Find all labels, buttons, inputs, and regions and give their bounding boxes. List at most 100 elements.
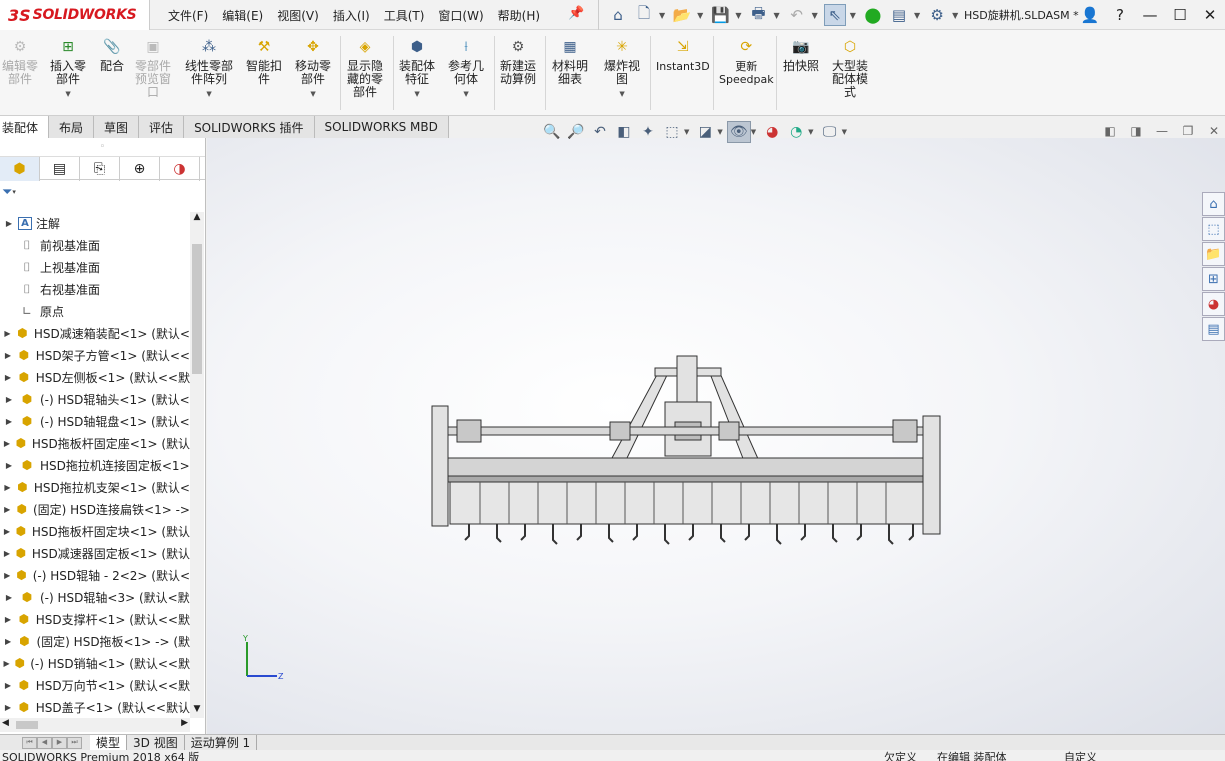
exploded-view-button[interactable]: ✳ 爆炸视 图 ▼: [604, 36, 640, 101]
show-hidden-components-button[interactable]: ◈ 显示隐 藏的零 部件: [347, 36, 383, 99]
prev-tab-icon[interactable]: ◀: [37, 736, 52, 749]
expand-icon[interactable]: ▶: [0, 703, 16, 712]
file-properties-icon[interactable]: ▤: [888, 4, 910, 26]
bill-of-materials-button[interactable]: ▦ 材料明 细表: [552, 36, 588, 86]
tree-item-component[interactable]: ▶ ⬢ HSD减速器固定板<1> (默认: [0, 542, 190, 564]
smart-fastener-button[interactable]: ⚒ 智能扣 件: [246, 36, 282, 86]
expand-icon[interactable]: ▶: [0, 417, 18, 426]
menu-view[interactable]: 视图(V): [277, 7, 319, 24]
rotary-tiller-model[interactable]: Y Z: [207, 138, 1225, 734]
reference-geometry-dropdown[interactable]: ▼: [463, 88, 468, 101]
options-gear-icon[interactable]: ⚙: [926, 4, 948, 26]
task-pane-appearances-icon[interactable]: ◕: [1202, 292, 1225, 316]
new-motion-study-button[interactable]: ⚙ 新建运 动算例: [500, 36, 536, 86]
minimize-button[interactable]: —: [1135, 6, 1165, 24]
update-speedpak-button[interactable]: ⟳ 更新 Speedpak: [719, 36, 774, 87]
tree-item-component[interactable]: ▶ ⬢ (固定) HSD连接扁铁<1> ->: [0, 498, 190, 520]
hide-show-dropdown[interactable]: ▼: [751, 128, 756, 136]
scroll-up-icon[interactable]: ▲: [190, 212, 204, 226]
scroll-left-icon[interactable]: ◀: [2, 718, 9, 728]
scroll-thumb[interactable]: [16, 721, 38, 729]
undo-icon[interactable]: ↶: [786, 4, 808, 26]
scroll-right-icon[interactable]: ▶: [181, 718, 188, 728]
expand-icon[interactable]: ▶: [0, 461, 18, 470]
dimxpert-tab-icon[interactable]: ⊕: [120, 157, 160, 181]
tree-item-component[interactable]: ▶ ⬢ HSD拖拉机连接固定板<1>: [0, 454, 190, 476]
menu-window[interactable]: 窗口(W): [438, 7, 483, 24]
linear-pattern-dropdown[interactable]: ▼: [206, 88, 211, 101]
tree-item-component[interactable]: ▶ ⬢ (-) HSD辊轴<3> (默认<默: [0, 586, 190, 608]
view-orientation-dropdown[interactable]: ▼: [684, 128, 689, 136]
expand-icon[interactable]: ▶: [0, 329, 15, 338]
print-icon[interactable]: 🖶: [747, 4, 769, 26]
edit-component-button[interactable]: ⚙ 编辑零 部件: [2, 36, 38, 86]
mate-button[interactable]: 📎 配合: [100, 36, 124, 73]
tree-item-origin[interactable]: ∟ 原点: [0, 300, 190, 322]
tree-horizontal-scrollbar[interactable]: ◀ ▶: [0, 718, 190, 732]
tab-addins[interactable]: SOLIDWORKS 插件: [184, 116, 315, 138]
viewport-close-icon[interactable]: ✕: [1201, 124, 1225, 138]
tab-assembly[interactable]: 装配体: [0, 116, 50, 138]
menu-insert[interactable]: 插入(I): [333, 7, 370, 24]
display-manager-tab-icon[interactable]: ◑: [160, 157, 200, 181]
status-units[interactable]: 自定义: [1064, 750, 1097, 761]
tab-mbd[interactable]: SOLIDWORKS MBD: [314, 116, 449, 138]
expand-icon[interactable]: ▶: [0, 373, 16, 382]
scroll-down-icon[interactable]: ▼: [190, 704, 204, 718]
task-pane-view-palette-icon[interactable]: ⊞: [1202, 267, 1225, 291]
expand-icon[interactable]: ▶: [0, 219, 18, 228]
first-tab-icon[interactable]: ⏮: [22, 736, 37, 749]
reference-geometry-button[interactable]: ⟊ 参考几 何体 ▼: [448, 36, 484, 101]
tab-layout[interactable]: 布局: [49, 116, 95, 138]
expand-icon[interactable]: ▶: [0, 681, 16, 690]
user-icon[interactable]: 👤: [1075, 6, 1105, 24]
expand-icon[interactable]: ▶: [0, 527, 14, 536]
linear-pattern-button[interactable]: ⁂ 线性零部 件阵列 ▼: [185, 36, 233, 101]
home-icon[interactable]: ⌂: [607, 4, 629, 26]
tree-vertical-scrollbar[interactable]: ▲ ▼: [190, 212, 204, 718]
expand-icon[interactable]: ▶: [0, 351, 16, 360]
tree-item-component[interactable]: ▶ ⬢ (-) HSD辊轴头<1> (默认<: [0, 388, 190, 410]
tree-item-component[interactable]: ▶ ⬢ HSD拖板杆固定块<1> (默认: [0, 520, 190, 542]
menu-tools[interactable]: 工具(T): [384, 7, 425, 24]
next-tab-icon[interactable]: ▶: [52, 736, 67, 749]
traffic-light-icon[interactable]: ⬤: [862, 4, 884, 26]
tree-item-component[interactable]: ▶ ⬢ (-) HSD销轴<1> (默认<<默: [0, 652, 190, 674]
expand-icon[interactable]: ▶: [0, 549, 14, 558]
select-cursor-icon[interactable]: ⇖: [823, 4, 846, 26]
tree-item-component[interactable]: ▶ ⬢ HSD架子方管<1> (默认<<: [0, 344, 190, 366]
tab-3d-views[interactable]: 3D 视图: [127, 734, 185, 751]
expand-icon[interactable]: ▶: [0, 483, 15, 492]
open-dropdown[interactable]: ▼: [697, 11, 703, 20]
undo-dropdown[interactable]: ▼: [812, 11, 818, 20]
tree-item-component[interactable]: ▶ ⬢ (-) HSD辊轴 - 2<2> (默认<: [0, 564, 190, 586]
tree-item-component[interactable]: ▶ ⬢ HSD盖子<1> (默认<<默认: [0, 696, 190, 718]
insert-component-button[interactable]: ⊞ 插入零 部件 ▼: [50, 36, 86, 101]
expand-icon[interactable]: ▶: [0, 593, 18, 602]
tab-model[interactable]: 模型: [90, 734, 128, 751]
view-settings-dropdown[interactable]: ▼: [842, 128, 847, 136]
properties-dropdown[interactable]: ▼: [914, 11, 920, 20]
tree-item-component[interactable]: ▶ ⬢ HSD万向节<1> (默认<<默: [0, 674, 190, 696]
select-dropdown[interactable]: ▼: [850, 11, 856, 20]
save-dropdown[interactable]: ▼: [735, 11, 741, 20]
close-button[interactable]: ✕: [1195, 6, 1225, 24]
task-pane-3d-content-icon[interactable]: ⬚: [1202, 217, 1225, 241]
scroll-thumb[interactable]: [192, 244, 202, 374]
new-document-icon[interactable]: 🗋: [633, 4, 655, 26]
tab-evaluate[interactable]: 评估: [139, 116, 185, 138]
tree-item-component[interactable]: ▶ ⬢ HSD支撑杆<1> (默认<<默: [0, 608, 190, 630]
tree-item-component[interactable]: ▶ ⬢ HSD拖板杆固定座<1> (默认: [0, 432, 190, 454]
filter-icon[interactable]: ⏷ ▾: [0, 180, 205, 204]
move-component-button[interactable]: ✥ 移动零 部件 ▼: [295, 36, 331, 101]
large-assembly-mode-button[interactable]: ⬡ 大型装 配体模 式: [832, 36, 868, 99]
expand-icon[interactable]: ▶: [0, 637, 16, 646]
task-pane-home-icon[interactable]: ⌂: [1202, 192, 1225, 216]
expand-icon[interactable]: ▶: [0, 571, 14, 580]
insert-component-dropdown[interactable]: ▼: [65, 88, 70, 101]
tree-item-component[interactable]: ▶ ⬢ (-) HSD轴辊盘<1> (默认<: [0, 410, 190, 432]
expand-icon[interactable]: ▶: [0, 505, 14, 514]
move-component-dropdown[interactable]: ▼: [310, 88, 315, 101]
instant3d-button[interactable]: ⇲ Instant3D: [656, 36, 710, 74]
save-icon[interactable]: 💾: [709, 4, 731, 26]
